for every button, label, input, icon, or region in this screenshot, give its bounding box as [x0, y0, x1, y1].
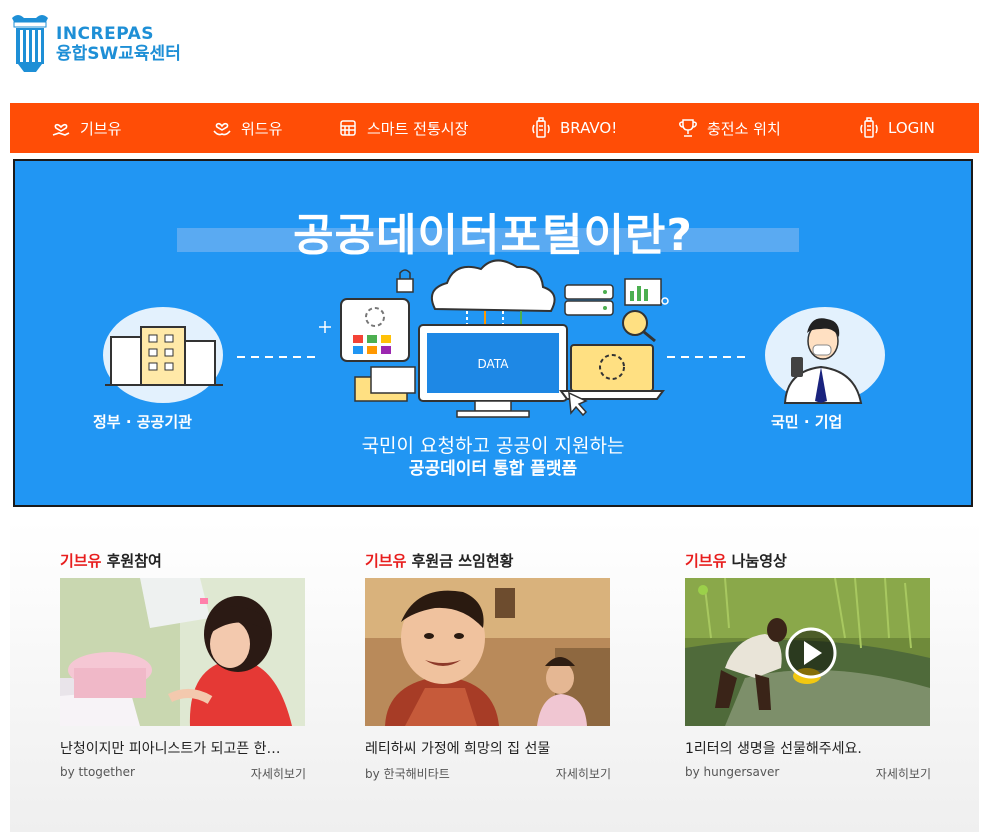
server-icon — [564, 284, 614, 316]
citizen-person-icon — [765, 307, 885, 404]
laptop-icon — [559, 344, 665, 400]
government-building-icon — [103, 307, 223, 403]
card-brand: 기브유 — [685, 552, 727, 570]
nav-label: 충전소 위치 — [707, 119, 781, 138]
trophy-icon — [677, 117, 699, 139]
logo-korean: 융합SW교육센터 — [56, 44, 181, 64]
bar-chart-icon — [624, 278, 662, 306]
card-meta: by ttogether 자세히보기 — [60, 765, 306, 782]
monitor-icon: DATA — [418, 324, 568, 418]
column-logo-icon — [10, 12, 50, 72]
card-thumbnail[interactable] — [365, 578, 610, 726]
card-heading-text: 후원금 쓰임현황 — [406, 552, 514, 570]
site-logo[interactable]: INCREPAS 융합SW교육센터 — [10, 12, 200, 74]
hand-heart-icon — [50, 117, 72, 139]
citizen-label: 국민 · 기업 — [771, 413, 843, 431]
logo-english: INCREPAS — [56, 24, 155, 44]
card-author: by hungersaver — [685, 765, 780, 779]
nav-item-bravo[interactable]: BRAVO! — [530, 103, 617, 153]
nav-item-smart-market[interactable]: 스마트 전통시장 — [337, 103, 468, 153]
card-thumbnail[interactable] — [60, 578, 305, 726]
card-title[interactable]: 난청이지만 피아니스트가 되고픈 한… — [60, 738, 306, 758]
card-title[interactable]: 레티하씨 가정에 희망의 집 선물 — [365, 738, 611, 758]
nav-label: BRAVO! — [560, 119, 618, 137]
nav-label: LOGIN — [888, 119, 935, 137]
card-author: by 한국해비타트 — [365, 767, 450, 781]
card-heading: 기브유 후원참여 — [60, 550, 306, 572]
card-video-thumbnail[interactable] — [685, 578, 930, 726]
monitor-text: DATA — [478, 357, 510, 371]
card-brand: 기브유 — [60, 552, 102, 570]
nav-item-login[interactable]: LOGIN — [858, 103, 935, 153]
card-more-link[interactable]: 자세히보기 — [251, 765, 306, 782]
magnifier-icon — [622, 310, 656, 343]
card-sharing-video[interactable]: 기브유 나눔영상 1리터의 생명을 선물해주세요. by hungersaver… — [685, 550, 931, 782]
card-heading: 기브유 후원금 쓰임현황 — [365, 550, 611, 572]
card-author: by ttogether — [60, 765, 135, 779]
card-brand: 기브유 — [365, 552, 407, 570]
card-meta: by hungersaver 자세히보기 — [685, 765, 931, 782]
card-meta: by 한국해비타트 자세히보기 — [365, 765, 611, 782]
card-more-link[interactable]: 자세히보기 — [556, 765, 611, 782]
card-title[interactable]: 1리터의 생명을 선물해주세요. — [685, 738, 931, 758]
folder-icon — [354, 366, 416, 402]
banner-subtitle-bold: 공공데이터 통합 플랫폼 — [408, 459, 578, 479]
logo-text: INCREPAS 융합SW교육센터 — [56, 24, 181, 64]
card-more-link[interactable]: 자세히보기 — [876, 765, 931, 782]
nav-item-withu[interactable]: 위드유 — [211, 103, 282, 153]
government-label: 정부 · 공공기관 — [93, 413, 192, 431]
card-donation-usage[interactable]: 기브유 후원금 쓰임현황 레티하씨 가정에 희망의 집 선물 by 한국해비타트… — [365, 550, 611, 782]
battery-icon — [858, 117, 880, 139]
nav-label: 기브유 — [80, 119, 122, 138]
card-heading-text: 후원참여 — [101, 552, 162, 570]
tablet-icon — [340, 298, 410, 362]
nav-item-giveu[interactable]: 기브유 — [50, 103, 121, 153]
nav-item-charging-location[interactable]: 충전소 위치 — [677, 103, 781, 153]
card-heading-text: 나눔영상 — [726, 552, 787, 570]
battery-icon — [530, 117, 552, 139]
hands-heart-icon — [211, 117, 233, 139]
card-heading: 기브유 나눔영상 — [685, 550, 931, 572]
card-donation[interactable]: 기브유 후원참여 난청이지만 피아니스트가 되고픈 한… by ttogethe… — [60, 550, 306, 782]
store-icon — [337, 117, 359, 139]
lock-icon — [396, 269, 414, 293]
nav-label: 위드유 — [241, 119, 283, 138]
nav-label: 스마트 전통시장 — [367, 119, 469, 138]
main-nav: 기브유 위드유 스마트 전통시장 BRAVO! 충전소 위치 LOGIN — [10, 103, 979, 153]
hero-banner[interactable]: 공공데이터포털이란? DATA 정부 · 공공기관 국민 · 기업 국민이 요청… — [13, 159, 973, 507]
